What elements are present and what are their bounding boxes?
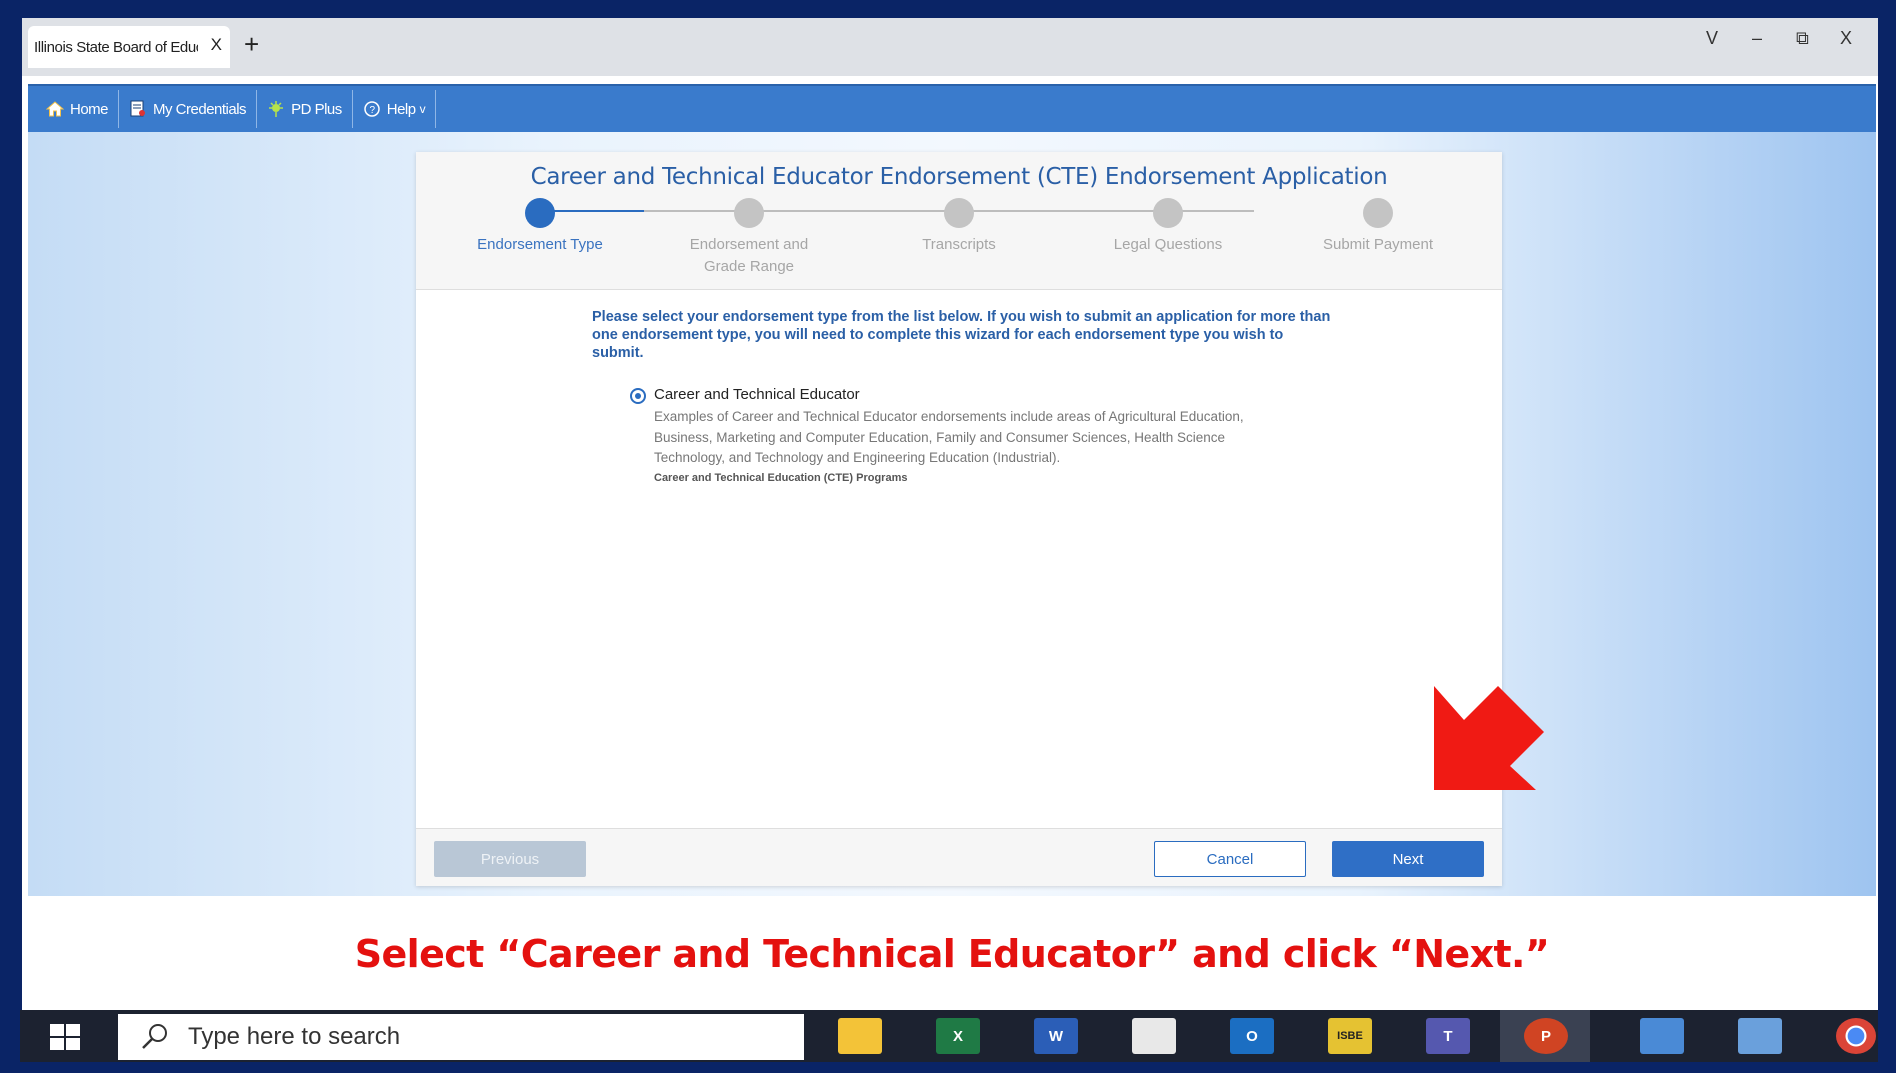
search-icon bbox=[142, 1024, 167, 1049]
next-button[interactable]: Next bbox=[1332, 841, 1484, 877]
step-3-label: Transcripts bbox=[922, 236, 996, 253]
credentials-icon bbox=[129, 100, 147, 118]
step-4-dot bbox=[1153, 198, 1183, 228]
help-icon: ? bbox=[363, 100, 381, 118]
tab-close-button[interactable]: X bbox=[211, 35, 222, 55]
chrome-icon[interactable] bbox=[1836, 1018, 1876, 1054]
wizard-title: Career and Technical Educator Endorsemen… bbox=[530, 164, 1388, 190]
excel-icon[interactable]: X bbox=[936, 1018, 980, 1054]
svg-text:?: ? bbox=[369, 105, 375, 116]
wizard-card: Career and Technical Educator Endorsemen… bbox=[416, 152, 1502, 886]
outlook-icon[interactable]: O bbox=[1230, 1018, 1274, 1054]
tab-title: Illinois State Board of Education bbox=[34, 38, 198, 56]
nav-help[interactable]: ? Help v bbox=[353, 90, 437, 128]
nav-my-credentials-label: My Credentials bbox=[153, 100, 247, 118]
nav-home[interactable]: Home bbox=[36, 90, 120, 128]
nav-pd-plus-label: PD Plus bbox=[291, 100, 342, 118]
nav-pd-plus[interactable]: PD Plus bbox=[257, 90, 353, 128]
wizard-header: Career and Technical Educator Endorsemen… bbox=[416, 152, 1502, 290]
red-arrow-icon bbox=[1434, 686, 1544, 790]
cte-option-label[interactable]: Career and Technical Educator bbox=[654, 386, 860, 403]
previous-button[interactable]: Previous bbox=[434, 841, 586, 877]
browser-tab[interactable]: Illinois State Board of Education X bbox=[28, 26, 230, 68]
step-1-label: Endorsement Type bbox=[477, 236, 603, 253]
pd-plus-icon bbox=[267, 100, 285, 118]
browser-titlebar bbox=[22, 18, 1878, 76]
home-icon bbox=[46, 100, 64, 118]
tab-search-chevron[interactable]: V bbox=[1706, 28, 1718, 49]
close-window-button[interactable]: X bbox=[1840, 28, 1852, 49]
nav-home-label: Home bbox=[70, 100, 109, 118]
word-icon[interactable]: W bbox=[1034, 1018, 1078, 1054]
isbe-icon[interactable]: ISBE bbox=[1328, 1018, 1372, 1054]
calculator-icon[interactable] bbox=[1738, 1018, 1782, 1054]
cte-radio-button[interactable] bbox=[630, 388, 646, 404]
step-1-dot bbox=[525, 198, 555, 228]
step-progress-line bbox=[540, 210, 644, 212]
minimize-button[interactable]: – bbox=[1752, 28, 1762, 49]
windows-start-icon[interactable] bbox=[50, 1024, 80, 1050]
step-2-label: Endorsement and Grade Range bbox=[689, 236, 809, 275]
step-3-dot bbox=[944, 198, 974, 228]
nav-my-credentials[interactable]: My Credentials bbox=[119, 90, 258, 128]
wizard-instructions: Please select your endorsement type from… bbox=[592, 309, 1331, 361]
step-5-label: Submit Payment bbox=[1322, 236, 1434, 253]
snipping-tool-icon[interactable] bbox=[1132, 1018, 1176, 1054]
powerpoint-icon[interactable]: P bbox=[1524, 1018, 1568, 1054]
teams-icon[interactable]: T bbox=[1426, 1018, 1470, 1054]
instruction-caption: Select “Career and Technical Educator” a… bbox=[354, 932, 1550, 976]
step-5-dot bbox=[1363, 198, 1393, 228]
taskbar-search[interactable]: Type here to search bbox=[118, 1014, 804, 1060]
search-placeholder: Type here to search bbox=[188, 1023, 401, 1050]
app-navbar: Home My Credentials PD Plus ? Help v bbox=[28, 84, 1876, 132]
new-tab-button[interactable]: + bbox=[244, 28, 259, 60]
cancel-button[interactable]: Cancel bbox=[1154, 841, 1306, 877]
cte-option-description: Examples of Career and Technical Educato… bbox=[654, 409, 1244, 465]
restore-button[interactable]: ⧉ bbox=[1796, 28, 1809, 49]
file-explorer-icon[interactable] bbox=[838, 1018, 882, 1054]
cte-programs-link[interactable]: Career and Technical Education (CTE) Pro… bbox=[654, 472, 907, 484]
nav-help-label: Help bbox=[386, 100, 416, 118]
chevron-down-icon: v bbox=[419, 102, 426, 116]
step-4-label: Legal Questions bbox=[1113, 236, 1223, 253]
laptop-icon[interactable] bbox=[1640, 1018, 1684, 1054]
address-strip bbox=[22, 76, 1878, 82]
caption-area: Select “Career and Technical Educator” a… bbox=[28, 896, 1876, 1008]
taskbar: Type here to search X W O ISBE T P bbox=[20, 1010, 1878, 1062]
wizard-footer: Previous Cancel Next bbox=[416, 828, 1502, 886]
step-2-dot bbox=[734, 198, 764, 228]
